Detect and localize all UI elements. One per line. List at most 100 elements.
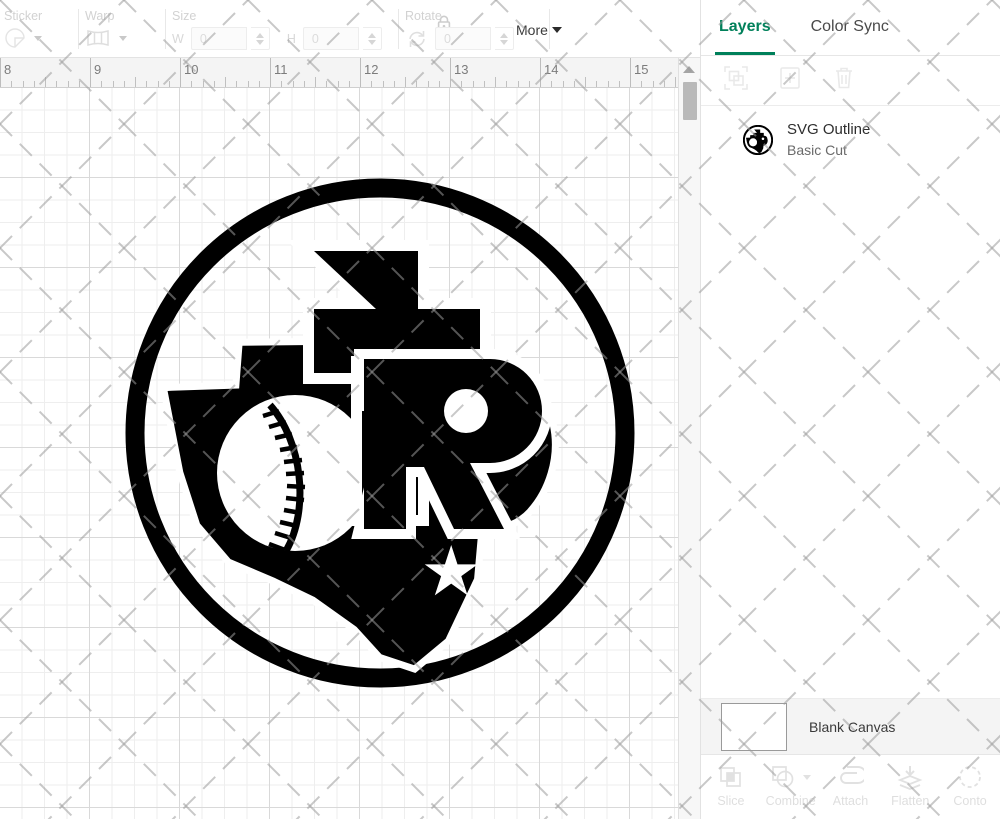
layer-subtitle: Basic Cut — [787, 142, 870, 159]
top-toolbar: Sticker Warp — [0, 0, 700, 58]
group-icon[interactable] — [723, 65, 749, 96]
tab-color-sync[interactable]: Color Sync — [811, 18, 889, 38]
rotate-icon[interactable] — [405, 28, 429, 50]
toolbar-divider — [78, 9, 79, 49]
right-panel: Layers Color Sync — [700, 0, 1000, 819]
duplicate-icon[interactable] — [777, 65, 803, 96]
more-chevron-down-icon — [552, 27, 562, 33]
width-stepper-down-icon[interactable] — [256, 40, 264, 45]
ruler-minor-tick — [191, 81, 192, 87]
attach-icon — [836, 763, 864, 791]
combine-button[interactable]: Combine — [761, 763, 821, 808]
layer-list: SVG Outline Basic Cut — [701, 107, 1000, 701]
ruler-minor-tick — [405, 77, 406, 87]
contour-label: Conto — [953, 794, 986, 808]
ruler-minor-tick — [225, 77, 226, 87]
delete-icon[interactable] — [831, 65, 857, 96]
ruler-minor-tick — [484, 81, 485, 87]
ruler-minor-tick — [158, 81, 159, 87]
artwork-texas-rangers-logo[interactable] — [120, 173, 640, 693]
ruler-number: 14 — [540, 62, 558, 77]
ruler-minor-tick — [34, 81, 35, 87]
ruler-minor-tick — [563, 81, 564, 87]
panel-tab-bar: Layers Color Sync — [701, 0, 1000, 56]
rotate-stepper[interactable] — [495, 27, 514, 50]
more-button[interactable]: More — [516, 22, 562, 38]
blank-canvas-thumbnail — [721, 703, 787, 751]
ruler-minor-tick — [79, 81, 80, 87]
blank-canvas-row[interactable]: Blank Canvas — [701, 698, 1000, 754]
ruler-minor-tick — [596, 81, 597, 87]
width-stepper[interactable] — [251, 27, 270, 50]
sticker-label: Sticker — [4, 9, 72, 23]
width-stepper-up-icon[interactable] — [256, 33, 264, 38]
ruler-minor-tick — [146, 81, 147, 87]
height-input[interactable]: 0 — [303, 27, 359, 50]
ruler-minor-tick — [383, 81, 384, 87]
rotate-stepper-down-icon[interactable] — [500, 40, 508, 45]
horizontal-ruler[interactable]: 89101112131415 — [0, 58, 700, 88]
attach-button[interactable]: Attach — [821, 763, 881, 808]
ruler-minor-tick — [349, 81, 350, 87]
flatten-label: Flatten — [891, 794, 929, 808]
ruler-minor-tick — [495, 77, 496, 87]
toolbar-group-size: Size W 0 H 0 — [172, 0, 392, 58]
slice-label: Slice — [717, 794, 744, 808]
ruler-number: 11 — [270, 62, 288, 77]
warp-label: Warp — [85, 9, 159, 23]
rotate-input[interactable]: 0 — [435, 27, 491, 50]
ruler-minor-tick — [236, 81, 237, 87]
contour-button[interactable]: Conto — [940, 763, 1000, 808]
slice-button[interactable]: Slice — [701, 763, 761, 808]
ruler-minor-tick — [101, 81, 102, 87]
warp-icon[interactable] — [85, 27, 111, 49]
canvas-vertical-scrollbar[interactable] — [678, 58, 700, 819]
scroll-up-arrow-icon[interactable] — [683, 66, 695, 73]
height-stepper-down-icon[interactable] — [368, 40, 376, 45]
ruler-number: 13 — [450, 62, 468, 77]
ruler-minor-tick — [518, 81, 519, 87]
height-stepper-up-icon[interactable] — [368, 33, 376, 38]
ruler-minor-tick — [428, 81, 429, 87]
combine-icon — [770, 763, 811, 791]
sticker-chevron-down-icon[interactable] — [34, 36, 42, 41]
ruler-number: 15 — [630, 62, 648, 77]
ruler-number: 9 — [90, 62, 101, 77]
ruler-minor-tick — [23, 81, 24, 87]
ruler-minor-tick — [11, 81, 12, 87]
height-stepper[interactable] — [363, 27, 382, 50]
ruler-minor-tick — [439, 81, 440, 87]
tab-color-sync-label: Color Sync — [811, 18, 889, 35]
height-label: H — [287, 32, 296, 46]
tab-layers[interactable]: Layers — [719, 18, 771, 38]
rotate-stepper-up-icon[interactable] — [500, 33, 508, 38]
design-canvas[interactable] — [0, 88, 678, 819]
warp-chevron-down-icon[interactable] — [119, 36, 127, 41]
combine-chevron-down-icon[interactable] — [803, 775, 811, 780]
list-item[interactable]: SVG Outline Basic Cut — [701, 107, 1000, 173]
ruler-minor-tick — [304, 81, 305, 87]
logo-thumbnail-icon — [743, 125, 773, 155]
ruler-minor-tick — [113, 81, 114, 87]
ruler-minor-tick — [619, 81, 620, 87]
toolbar-group-warp[interactable]: Warp — [85, 0, 159, 58]
slice-icon — [718, 763, 744, 791]
flatten-icon — [897, 763, 923, 791]
sticker-icon[interactable] — [4, 27, 26, 49]
width-input[interactable]: 0 — [191, 27, 247, 50]
size-label: Size — [172, 9, 392, 23]
ruler-number: 10 — [180, 62, 198, 77]
ruler-minor-tick — [529, 81, 530, 87]
ruler-minor-tick — [214, 81, 215, 87]
ruler-minor-tick — [45, 77, 46, 87]
ruler-minor-tick — [135, 77, 136, 87]
toolbar-divider-2 — [165, 9, 166, 49]
ruler-minor-tick — [551, 81, 552, 87]
scroll-thumb[interactable] — [683, 82, 697, 120]
ruler-minor-tick — [574, 81, 575, 87]
toolbar-group-sticker[interactable]: Sticker — [0, 0, 72, 58]
flatten-button[interactable]: Flatten — [880, 763, 940, 808]
width-label: W — [172, 32, 184, 46]
ruler-minor-tick — [259, 81, 260, 87]
ruler-minor-tick — [56, 81, 57, 87]
